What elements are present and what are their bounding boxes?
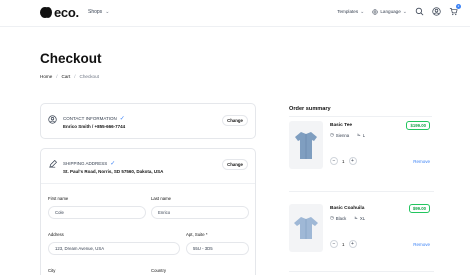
ruler-icon: ⊾: [354, 215, 358, 220]
remove-link[interactable]: Remove: [413, 242, 430, 247]
last-name-label: Last name: [151, 196, 172, 201]
breadcrumb-home[interactable]: Home: [40, 74, 52, 79]
product-name[interactable]: Basic Tee: [330, 123, 352, 128]
search-icon[interactable]: [415, 7, 424, 16]
contact-information-section: CONTACT INFORMATION ✓ Enrico Smith / +85…: [40, 103, 256, 139]
language-menu[interactable]: Language ⌄: [372, 9, 407, 15]
first-name-field[interactable]: Cole: [48, 206, 146, 219]
pen-icon: [49, 160, 57, 168]
order-item: Basic Coahuila ◷ Black ⊾ XL $99.00 − 1 + R…: [289, 204, 434, 268]
ruler-icon: ⊾: [357, 132, 361, 137]
product-size: ⊾ XL: [354, 215, 365, 221]
shipping-title: SHIPPING ADDRESS ✓: [63, 160, 115, 167]
color-swatch-icon: ◷: [330, 132, 334, 137]
language-label: Language: [380, 9, 401, 14]
chevron-down-icon: ⌄: [402, 8, 407, 15]
breadcrumb-separator: /: [74, 74, 76, 79]
cart-button[interactable]: 2: [449, 4, 461, 16]
quantity-stepper: − 1 +: [330, 240, 357, 248]
nav-shops-label: Shops: [88, 9, 103, 15]
quantity-stepper: − 1 +: [330, 157, 357, 165]
order-item: Basic Tee ◷ Sienna ⊾ L $199.00 − 1 + Remov…: [289, 121, 434, 185]
shipping-title-label: SHIPPING ADDRESS: [63, 161, 108, 166]
minus-button[interactable]: −: [330, 157, 338, 165]
contact-title-label: CONTACT INFORMATION: [63, 116, 117, 121]
product-meta: ◷ Black ⊾ XL: [330, 215, 365, 221]
top-header: eco. Shops ⌄ Templates ⌄ Language ⌄ 2: [0, 0, 470, 27]
product-color: ◷ Sienna: [330, 132, 349, 138]
country-label: Country: [151, 268, 167, 273]
product-size-label: L: [362, 132, 366, 138]
logo-text: eco.: [54, 5, 79, 20]
header-actions: Templates ⌄ Language ⌄ 2: [337, 4, 461, 16]
product-image: [289, 121, 323, 169]
apt-suite-label: Apt, Suite *: [186, 232, 208, 237]
divider: [289, 191, 434, 192]
check-icon: ✓: [110, 161, 116, 167]
breadcrumb-checkout: Checkout: [79, 74, 99, 79]
quantity-value: 1: [342, 241, 345, 247]
nav-shops-menu[interactable]: Shops ⌄: [88, 9, 109, 15]
divider: [41, 183, 255, 184]
shirt-image-icon: [295, 132, 317, 159]
contact-change-button[interactable]: Change: [222, 115, 248, 126]
templates-menu[interactable]: Templates ⌄: [337, 9, 364, 15]
address-label: Address: [48, 232, 64, 237]
product-size: ⊾ L: [357, 132, 365, 138]
shipping-value: St. Paul's Road, Norris, SD 57560, Dakot…: [63, 169, 164, 174]
plus-button[interactable]: +: [348, 240, 357, 248]
shirt-image-icon: [294, 217, 318, 239]
templates-label: Templates: [337, 9, 359, 14]
product-color: ◷ Black: [330, 215, 346, 221]
contact-icon: [48, 115, 57, 124]
logo[interactable]: eco.: [40, 6, 79, 19]
chevron-down-icon: ⌄: [360, 8, 365, 15]
apt-suite-field[interactable]: 55U - 3D5: [186, 242, 249, 255]
product-name[interactable]: Basic Coahuila: [330, 206, 364, 211]
chevron-down-icon: ⌄: [105, 9, 110, 15]
product-meta: ◷ Sienna ⊾ L: [330, 132, 365, 138]
color-swatch-icon: ◷: [330, 215, 334, 220]
breadcrumb-separator: /: [56, 74, 58, 79]
page-title: Checkout: [40, 51, 102, 66]
check-icon: ✓: [119, 116, 125, 122]
minus-button[interactable]: −: [330, 240, 338, 248]
contact-value: Enrico Smith / +855-666-7744: [63, 124, 126, 129]
city-label: City: [48, 268, 56, 273]
breadcrumb-cart[interactable]: Cart: [62, 74, 71, 79]
breadcrumb: Home / Cart / Checkout: [40, 74, 99, 79]
globe-icon: [372, 8, 378, 15]
shipping-change-button[interactable]: Change: [222, 159, 248, 170]
contact-title: CONTACT INFORMATION ✓: [63, 115, 125, 122]
product-color-label: Sienna: [335, 132, 350, 138]
order-summary-title: Order summary: [289, 106, 331, 112]
product-size-label: XL: [359, 215, 366, 221]
quantity-value: 1: [342, 158, 345, 164]
remove-link[interactable]: Remove: [413, 159, 430, 164]
product-color-label: Black: [335, 215, 347, 221]
product-price: $99.00: [408, 204, 430, 213]
divider: [289, 116, 432, 117]
cart-count-badge: 2: [456, 4, 461, 9]
product-price: $199.00: [406, 121, 430, 130]
first-name-label: First name: [48, 196, 69, 201]
address-field[interactable]: 123, Dream Avenue, USA: [48, 242, 180, 255]
plus-button[interactable]: +: [348, 157, 357, 165]
logo-mark-icon: [40, 6, 53, 19]
user-icon[interactable]: [432, 7, 441, 16]
divider: [289, 271, 434, 272]
shipping-address-section: SHIPPING ADDRESS ✓ St. Paul's Road, Norr…: [40, 148, 256, 275]
product-image: [289, 204, 323, 252]
last-name-field[interactable]: Enrico: [151, 206, 249, 219]
